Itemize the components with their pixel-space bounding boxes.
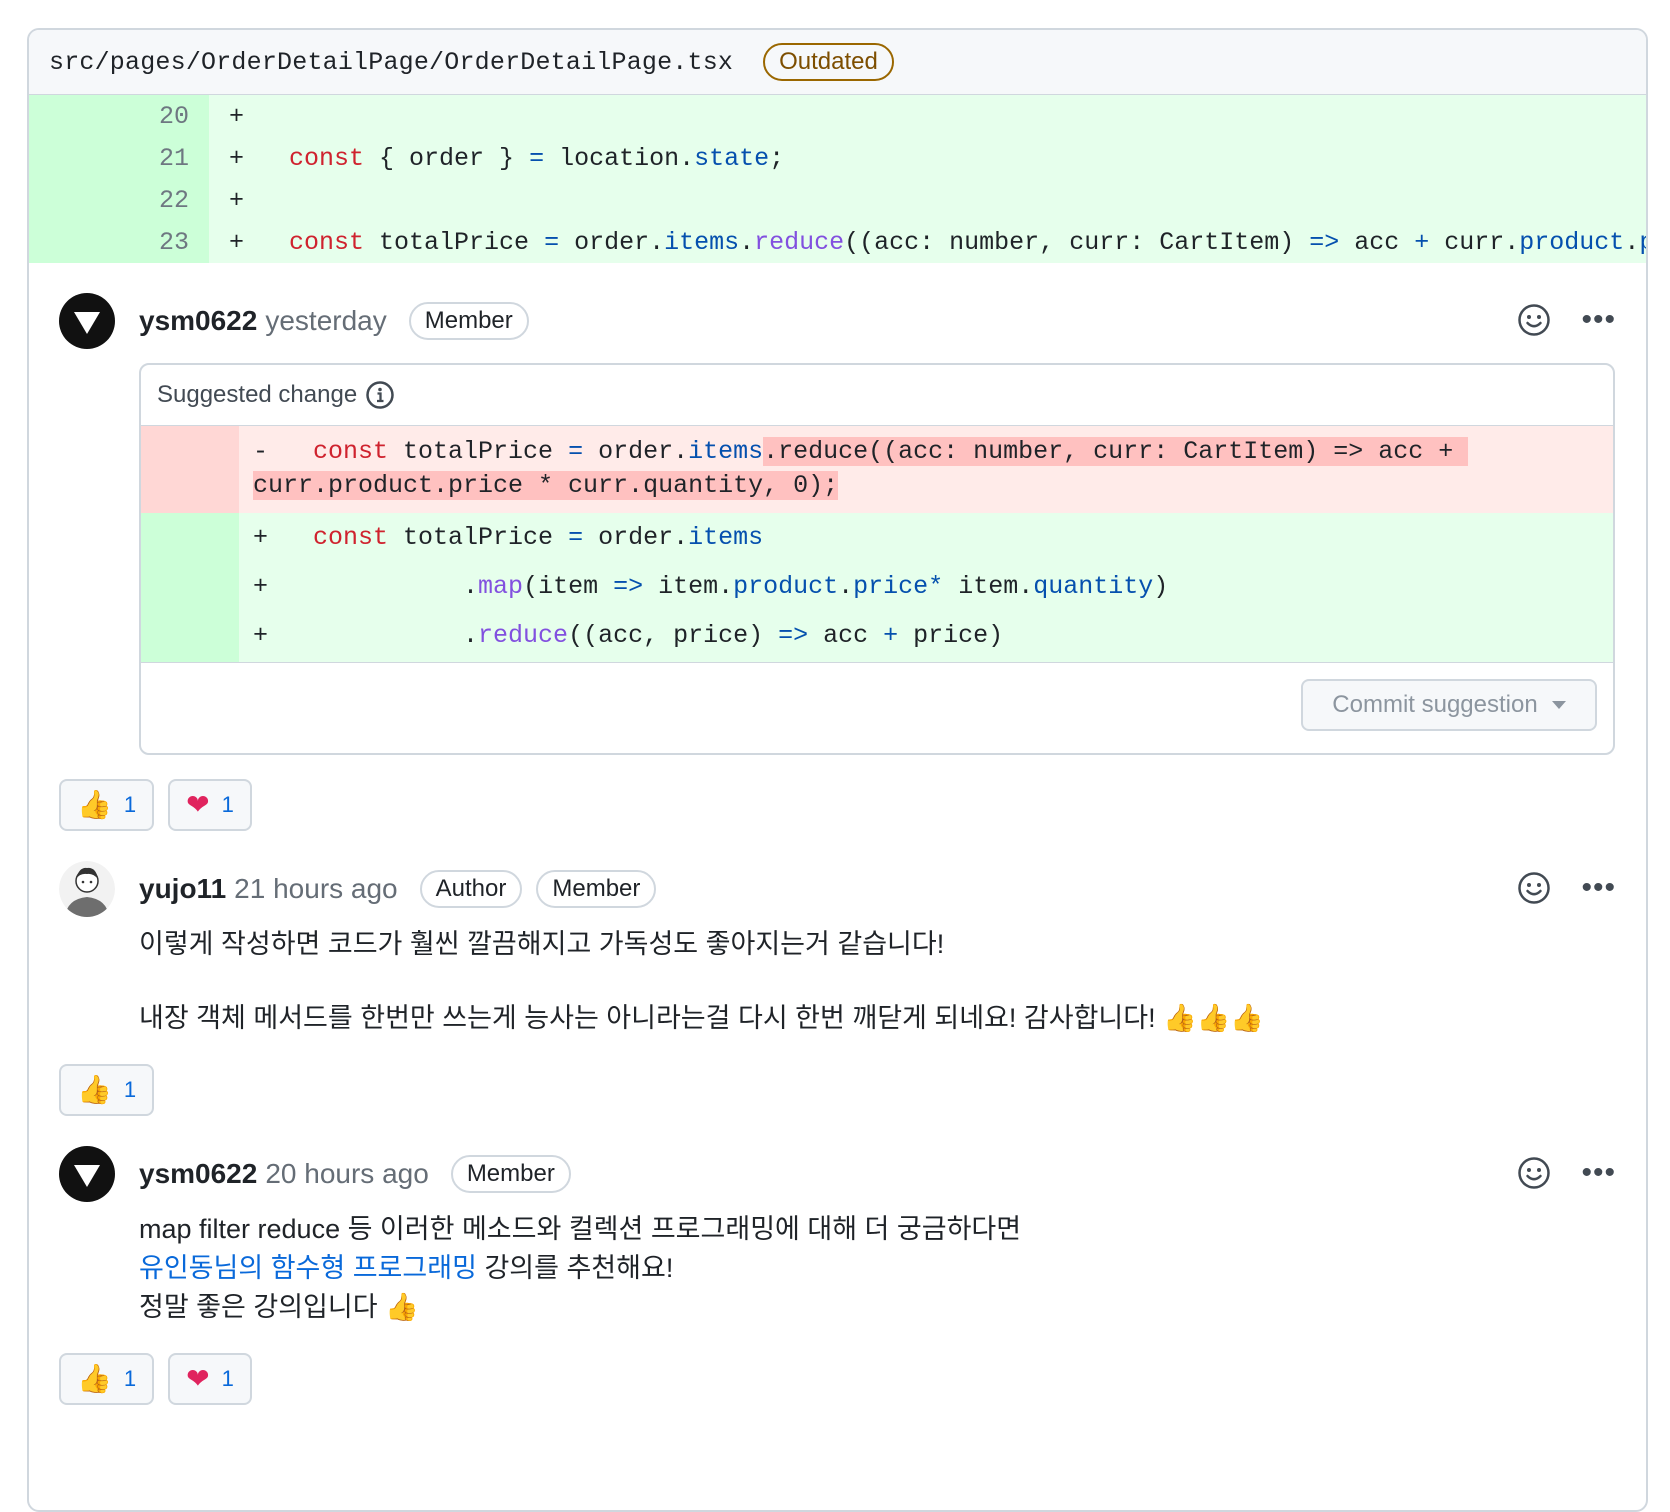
reaction-count: 1 — [123, 792, 137, 817]
avatar[interactable] — [59, 861, 115, 917]
diff-code: + const totalPrice = order.items.reduce(… — [229, 227, 1646, 257]
avatar[interactable] — [59, 293, 115, 349]
kebab-menu-icon[interactable]: ••• — [1581, 1158, 1616, 1188]
comment-header: ysm0622 20 hours ago Member — [139, 1146, 1646, 1202]
reactions-bar: 👍 1 ❤ 1 — [29, 1353, 1646, 1405]
added-code-line: + . map (item => item. product. price * item… — [253, 572, 1169, 601]
thumbs-up-reaction-button[interactable]: 👍 1 — [59, 1064, 155, 1116]
reaction-count: 1 — [123, 1366, 137, 1391]
thumbs-up-icon: 👍 — [77, 1363, 112, 1394]
info-icon[interactable] — [365, 380, 395, 410]
comment-text-line: 유인동님의 함수형 프로그래밍 강의를 추천해요! — [139, 1249, 1646, 1288]
member-badge: Member — [450, 1155, 571, 1193]
comment-text-line: 내장 객체 메서드를 한번만 쓰는게 능사는 아니라는걸 다시 한번 깨닫게 되… — [139, 1003, 1264, 1033]
thumbs-up-icon: 👍 — [77, 1074, 112, 1105]
kebab-menu-icon[interactable]: ••• — [1581, 873, 1616, 903]
review-comment: yujo11 21 hours ago Author Member ••• 이렇… — [29, 861, 1646, 1038]
removed-code: - const totalPrice = order.items.reduce(… — [253, 437, 1469, 500]
heart-reaction-button[interactable]: ❤ 1 — [168, 1353, 252, 1405]
reactions-bar: 👍 1 — [29, 1064, 1646, 1116]
reaction-count: 1 — [221, 1366, 234, 1391]
diff-line: 23 + const totalPrice = order.items.redu… — [29, 221, 1646, 263]
comment-header: ysm0622 yesterday Member — [139, 293, 1646, 349]
comment-text-fragment: 강의를 추천해요! — [476, 1253, 674, 1283]
diff-code: + — [229, 101, 245, 131]
line-number[interactable]: 21 — [29, 137, 209, 179]
member-badge: Member — [536, 870, 657, 908]
comment-timestamp[interactable]: yesterday — [265, 305, 386, 337]
comment-body: 이렇게 작성하면 코드가 훨씬 깔끔해지고 가독성도 좋아지는거 같습니다! 내… — [139, 925, 1646, 1038]
comment-actions: ••• — [1517, 303, 1616, 337]
caret-down-icon — [1551, 701, 1566, 709]
added-code-line: + const totalPrice = order. items — [253, 523, 764, 552]
diff-line: 21 + const { order } = location.state; — [29, 137, 1646, 179]
reaction-count: 1 — [123, 1077, 137, 1102]
comment-text-line: map filter reduce 등 이러한 메소드와 컬렉션 프로그래밍에 … — [139, 1214, 1022, 1244]
outdated-badge: Outdated — [763, 43, 894, 81]
author-name[interactable]: ysm0622 — [139, 305, 257, 337]
review-thread-card: src/pages/OrderDetailPage/OrderDetailPag… — [27, 28, 1648, 1512]
line-number[interactable]: 20 — [29, 95, 209, 137]
heart-icon: ❤ — [186, 1363, 210, 1394]
heart-icon: ❤ — [186, 789, 210, 820]
diff-line: 20 + — [29, 95, 1646, 137]
suggested-change-box: Suggested change - const totalPrice = or… — [139, 363, 1615, 755]
commit-suggestion-label: Commit suggestion — [1332, 691, 1538, 718]
reactions-bar: 👍 1 ❤ 1 — [29, 779, 1646, 831]
author-badge: Author — [419, 870, 523, 908]
diff-line: 22 + — [29, 179, 1646, 221]
diff-code: + const { order } = location.state; — [229, 143, 785, 173]
author-name[interactable]: ysm0622 — [139, 1158, 257, 1190]
line-number[interactable]: 23 — [29, 221, 209, 263]
diff-code: + — [229, 185, 245, 215]
comment-timestamp[interactable]: 20 hours ago — [265, 1158, 428, 1190]
suggested-change-header: Suggested change — [141, 365, 1613, 426]
comment-text-line: 이렇게 작성하면 코드가 훨씬 깔끔해지고 가독성도 좋아지는거 같습니다! — [139, 929, 945, 959]
comment-actions: ••• — [1517, 871, 1616, 905]
add-reaction-icon[interactable] — [1517, 871, 1551, 905]
comment-text-line: 정말 좋은 강의입니다 👍 — [139, 1292, 419, 1322]
suggestion-removed-block: - const totalPrice = order.items.reduce(… — [141, 426, 1613, 513]
line-number[interactable]: 22 — [29, 179, 209, 221]
file-path-link[interactable]: src/pages/OrderDetailPage/OrderDetailPag… — [49, 48, 733, 77]
file-header: src/pages/OrderDetailPage/OrderDetailPag… — [29, 30, 1646, 95]
commit-suggestion-button[interactable]: Commit suggestion — [1301, 679, 1597, 731]
added-code-line: + . reduce ((acc, price) => acc + price) — [253, 621, 1004, 650]
add-reaction-icon[interactable] — [1517, 1156, 1551, 1190]
review-comment: ysm0622 20 hours ago Member ••• map filt… — [29, 1146, 1646, 1327]
comment-timestamp[interactable]: 21 hours ago — [234, 873, 397, 905]
comment-body: map filter reduce 등 이러한 메소드와 컬렉션 프로그래밍에 … — [139, 1210, 1646, 1327]
review-comment: ysm0622 yesterday Member ••• Suggested c… — [29, 293, 1646, 755]
reaction-count: 1 — [221, 792, 234, 817]
thumbs-up-reaction-button[interactable]: 👍 1 — [59, 1353, 155, 1405]
suggested-change-title: Suggested change — [157, 381, 358, 408]
avatar[interactable] — [59, 1146, 115, 1202]
add-reaction-icon[interactable] — [1517, 303, 1551, 337]
member-badge: Member — [408, 302, 529, 340]
thumbs-up-icon: 👍 — [77, 789, 112, 820]
diff-context: 20 + 21 + const { order } = location.sta… — [29, 95, 1646, 263]
suggestion-footer: Commit suggestion — [141, 662, 1613, 753]
thumbs-up-reaction-button[interactable]: 👍 1 — [59, 779, 155, 831]
suggestion-added-block: + const totalPrice = order. items + . map(… — [141, 513, 1613, 662]
kebab-menu-icon[interactable]: ••• — [1581, 305, 1616, 335]
lecture-link[interactable]: 유인동님의 함수형 프로그래밍 — [139, 1253, 477, 1283]
heart-reaction-button[interactable]: ❤ 1 — [168, 779, 252, 831]
comment-header: yujo11 21 hours ago Author Member — [139, 861, 1646, 917]
author-name[interactable]: yujo11 — [139, 873, 226, 905]
comment-actions: ••• — [1517, 1156, 1616, 1190]
